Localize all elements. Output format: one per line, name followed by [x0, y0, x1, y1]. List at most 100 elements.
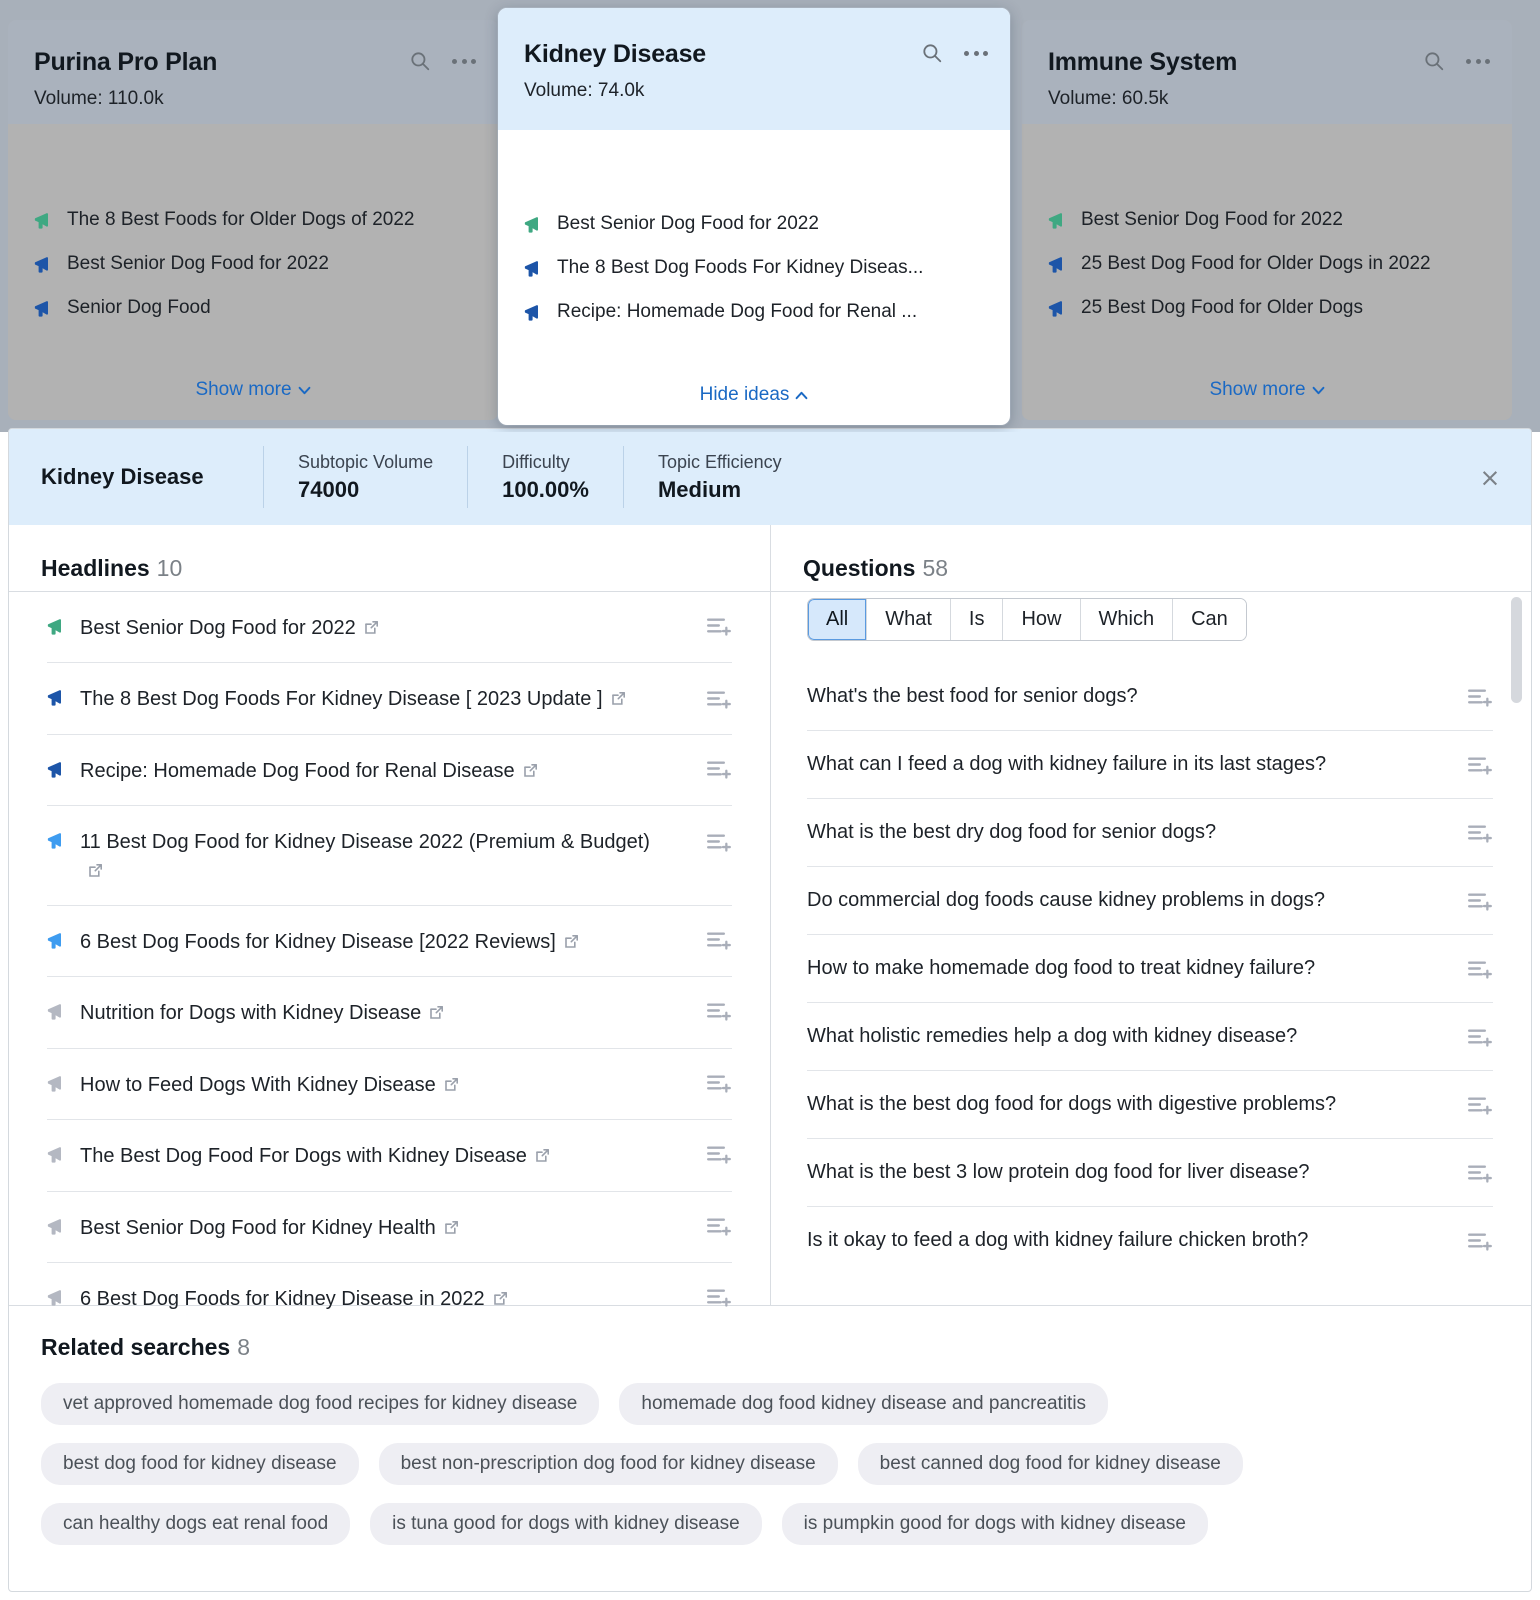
related-search-chip[interactable]: best dog food for kidney disease: [41, 1443, 359, 1485]
external-link-icon[interactable]: [443, 1219, 460, 1236]
headline-main[interactable]: Nutrition for Dogs with Kidney Disease: [47, 977, 694, 1047]
question-filter-can[interactable]: Can: [1173, 599, 1246, 640]
topic-card-0[interactable]: Purina Pro PlanVolume: 110.0kThe 8 Best …: [8, 20, 498, 420]
add-to-list-icon[interactable]: [706, 1216, 732, 1236]
topic-card-2[interactable]: Immune SystemVolume: 60.5kBest Senior Do…: [1022, 20, 1512, 420]
headline-main[interactable]: 11 Best Dog Food for Kidney Disease 2022…: [47, 806, 694, 905]
related-count: 8: [237, 1334, 250, 1360]
external-link-icon[interactable]: [87, 862, 104, 879]
question-row[interactable]: What holistic remedies help a dog with k…: [807, 1003, 1493, 1071]
topic-idea-item[interactable]: Best Senior Dog Food for 2022: [524, 202, 984, 246]
add-to-list-icon[interactable]: [1467, 687, 1493, 707]
headline-main[interactable]: The Best Dog Food For Dogs with Kidney D…: [47, 1120, 694, 1190]
topic-card-toggle[interactable]: Hide ideas: [498, 365, 1010, 425]
topic-idea-item[interactable]: Recipe: Homemade Dog Food for Renal ...: [524, 290, 984, 334]
external-link-icon[interactable]: [534, 1147, 551, 1164]
headline-main[interactable]: The 8 Best Dog Foods For Kidney Disease …: [47, 663, 694, 733]
topic-card-1[interactable]: Kidney DiseaseVolume: 74.0kBest Senior D…: [498, 8, 1010, 425]
external-link-icon[interactable]: [610, 690, 627, 707]
topic-idea-item[interactable]: The 8 Best Dog Foods For Kidney Diseas..…: [524, 246, 984, 290]
topic-card-title: Purina Pro Plan: [34, 50, 472, 75]
search-icon[interactable]: [1424, 51, 1444, 71]
add-to-list-icon[interactable]: [706, 759, 732, 779]
headline-main[interactable]: How to Feed Dogs With Kidney Disease: [47, 1049, 694, 1119]
more-options-icon[interactable]: [1466, 51, 1490, 71]
question-filter-all[interactable]: All: [808, 599, 867, 640]
more-options-icon[interactable]: [452, 51, 476, 71]
headline-main[interactable]: Best Senior Dog Food for Kidney Health: [47, 1192, 694, 1262]
topic-idea-item[interactable]: 25 Best Dog Food for Older Dogs: [1048, 286, 1486, 330]
question-row[interactable]: What can I feed a dog with kidney failur…: [807, 731, 1493, 799]
topic-idea-item[interactable]: 25 Best Dog Food for Older Dogs in 2022: [1048, 242, 1486, 286]
headline-main[interactable]: Best Senior Dog Food for 2022: [47, 592, 694, 662]
related-search-chip[interactable]: best canned dog food for kidney disease: [858, 1443, 1243, 1485]
question-row[interactable]: Do commercial dog foods cause kidney pro…: [807, 867, 1493, 935]
related-search-chip[interactable]: is pumpkin good for dogs with kidney dis…: [782, 1503, 1208, 1545]
topic-card-toggle[interactable]: Show more: [8, 360, 498, 420]
headline-main[interactable]: 6 Best Dog Foods for Kidney Disease [202…: [47, 906, 694, 976]
more-options-icon[interactable]: [964, 43, 988, 63]
add-to-list-icon[interactable]: [706, 689, 732, 709]
add-to-list-icon[interactable]: [1467, 823, 1493, 843]
question-filter-which[interactable]: Which: [1081, 599, 1174, 640]
question-filter-tabs[interactable]: AllWhatIsHowWhichCan: [807, 598, 1247, 641]
question-row[interactable]: What is the best dog food for dogs with …: [807, 1071, 1493, 1139]
question-filter-is[interactable]: Is: [951, 599, 1004, 640]
external-link-icon[interactable]: [492, 1290, 509, 1307]
add-to-list-icon[interactable]: [706, 1073, 732, 1093]
headline-row[interactable]: 11 Best Dog Food for Kidney Disease 2022…: [47, 806, 732, 906]
headline-text: 6 Best Dog Foods for Kidney Disease in 2…: [80, 1285, 509, 1313]
add-to-list-icon[interactable]: [1467, 1231, 1493, 1251]
headline-main[interactable]: Recipe: Homemade Dog Food for Renal Dise…: [47, 735, 694, 805]
related-search-chip[interactable]: homemade dog food kidney disease and pan…: [619, 1383, 1108, 1425]
add-to-list-icon[interactable]: [706, 1144, 732, 1164]
add-to-list-icon[interactable]: [706, 832, 732, 852]
question-row[interactable]: How to make homemade dog food to treat k…: [807, 935, 1493, 1003]
topic-idea-item[interactable]: Best Senior Dog Food for 2022: [34, 242, 472, 286]
headline-row[interactable]: How to Feed Dogs With Kidney Disease: [47, 1049, 732, 1120]
related-search-chip[interactable]: can healthy dogs eat renal food: [41, 1503, 350, 1545]
question-row[interactable]: What is the best dry dog food for senior…: [807, 799, 1493, 867]
headline-row[interactable]: The 8 Best Dog Foods For Kidney Disease …: [47, 663, 732, 734]
external-link-icon[interactable]: [428, 1004, 445, 1021]
search-icon[interactable]: [410, 51, 430, 71]
headline-row[interactable]: Nutrition for Dogs with Kidney Disease: [47, 977, 732, 1048]
related-search-chip[interactable]: best non-prescription dog food for kidne…: [379, 1443, 838, 1485]
topic-idea-item[interactable]: Best Senior Dog Food for 2022: [1048, 198, 1486, 242]
add-to-list-icon[interactable]: [1467, 1095, 1493, 1115]
add-to-list-icon[interactable]: [706, 930, 732, 950]
headline-main[interactable]: 6 Best Dog Foods for Kidney Disease in 2…: [47, 1263, 694, 1333]
external-link-icon[interactable]: [443, 1076, 460, 1093]
question-row[interactable]: What's the best food for senior dogs?: [807, 663, 1493, 731]
related-search-chip[interactable]: vet approved homemade dog food recipes f…: [41, 1383, 599, 1425]
question-filter-what[interactable]: What: [867, 599, 951, 640]
external-link-icon[interactable]: [563, 933, 580, 950]
topic-cards-row: Purina Pro PlanVolume: 110.0kThe 8 Best …: [0, 0, 1540, 432]
search-icon[interactable]: [922, 43, 942, 63]
add-to-list-icon[interactable]: [1467, 891, 1493, 911]
questions-scrollbar[interactable]: [1511, 597, 1522, 703]
add-to-list-icon[interactable]: [1467, 959, 1493, 979]
headline-row[interactable]: 6 Best Dog Foods for Kidney Disease [202…: [47, 906, 732, 977]
add-to-list-icon[interactable]: [1467, 755, 1493, 775]
headline-row[interactable]: Recipe: Homemade Dog Food for Renal Dise…: [47, 735, 732, 806]
add-to-list-icon[interactable]: [706, 1287, 732, 1307]
question-row[interactable]: What is the best 3 low protein dog food …: [807, 1139, 1493, 1207]
add-to-list-icon[interactable]: [1467, 1027, 1493, 1047]
headline-row[interactable]: The Best Dog Food For Dogs with Kidney D…: [47, 1120, 732, 1191]
topic-idea-item[interactable]: Senior Dog Food: [34, 286, 472, 330]
headline-row[interactable]: Best Senior Dog Food for 2022: [47, 592, 732, 663]
topic-card-toggle[interactable]: Show more: [1022, 360, 1512, 420]
external-link-icon[interactable]: [363, 619, 380, 636]
question-filter-how[interactable]: How: [1003, 599, 1080, 640]
add-to-list-icon[interactable]: [706, 616, 732, 636]
topic-idea-item[interactable]: The 8 Best Foods for Older Dogs of 2022: [34, 198, 472, 242]
headline-row[interactable]: 6 Best Dog Foods for Kidney Disease in 2…: [47, 1263, 732, 1333]
related-search-chip[interactable]: is tuna good for dogs with kidney diseas…: [370, 1503, 762, 1545]
add-to-list-icon[interactable]: [706, 1001, 732, 1021]
question-row[interactable]: Is it okay to feed a dog with kidney fai…: [807, 1207, 1493, 1274]
add-to-list-icon[interactable]: [1467, 1163, 1493, 1183]
external-link-icon[interactable]: [522, 762, 539, 779]
close-icon[interactable]: ×: [1477, 464, 1503, 490]
headline-row[interactable]: Best Senior Dog Food for Kidney Health: [47, 1192, 732, 1263]
